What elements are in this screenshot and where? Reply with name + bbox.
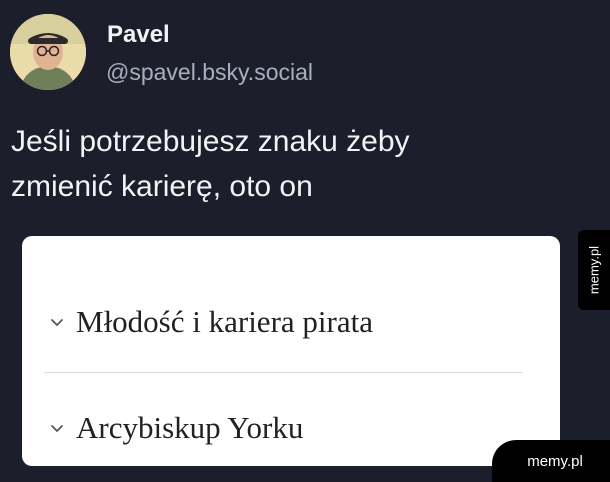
section-item-pirate-career[interactable]: Młodość i kariera pirata: [22, 292, 560, 352]
author-avatar[interactable]: [10, 14, 86, 90]
watermark-side-text: memy.pl: [586, 245, 602, 295]
section-item-label: Arcybiskup Yorku: [76, 410, 304, 445]
watermark-corner-text: memy.pl: [527, 452, 583, 470]
post-text-line-2: zmienić karierę, oto on: [11, 170, 313, 203]
divider: [44, 372, 522, 373]
watermark-corner-badge: memy.pl: [492, 440, 610, 482]
chevron-down-icon: [51, 319, 63, 326]
post-text-line-1: Jeśli potrzebujesz znaku żeby: [11, 125, 410, 158]
chevron-down-icon: [51, 425, 63, 432]
embedded-image-card[interactable]: Młodość i kariera pirata Arcybiskup York…: [22, 236, 560, 466]
watermark-side-tab: memy.pl: [578, 230, 610, 310]
post-text: Jeśli potrzebujesz znaku żeby zmienić ka…: [11, 119, 551, 209]
section-item-archbishop[interactable]: Arcybiskup Yorku: [22, 398, 560, 458]
author-name[interactable]: Pavel: [107, 20, 170, 50]
author-handle[interactable]: @spavel.bsky.social: [106, 58, 313, 86]
section-item-label: Młodość i kariera pirata: [76, 304, 373, 339]
